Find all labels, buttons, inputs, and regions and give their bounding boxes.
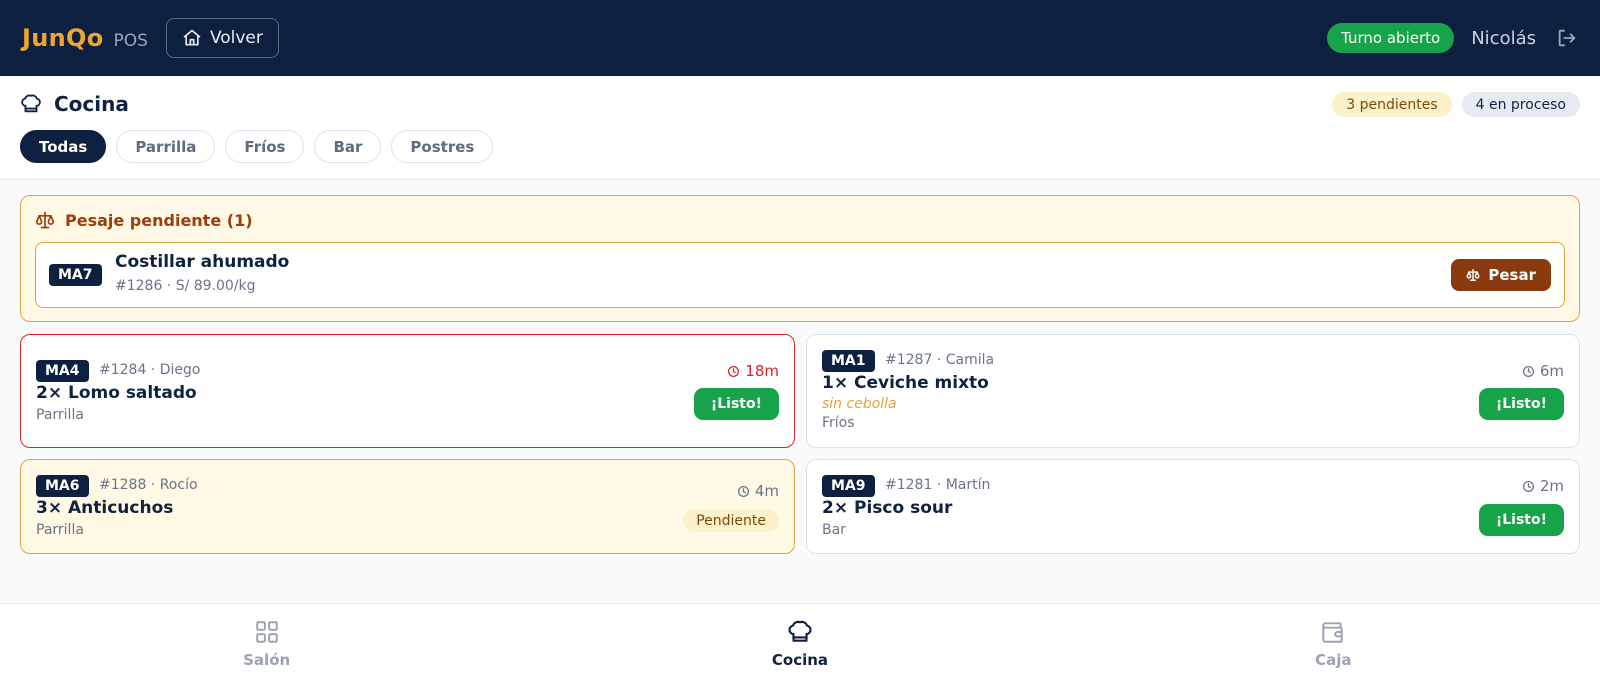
dish-name: 1× Ceviche mixto [822, 373, 989, 393]
user-name: Nicolás [1471, 27, 1536, 49]
back-button[interactable]: Volver [165, 18, 279, 58]
elapsed-time-text: 2m [1539, 477, 1564, 495]
shift-status-badge: Turno abierto [1327, 23, 1455, 53]
table-tag: MA4 [36, 360, 89, 382]
weigh-button-label: Pesar [1488, 266, 1536, 284]
nav-item-salon[interactable]: Salón [0, 604, 533, 683]
station-label: Parrilla [36, 522, 84, 538]
clock-icon [1522, 365, 1534, 377]
elapsed-time: 4m [737, 482, 779, 500]
chef-hat-icon [788, 620, 812, 642]
pending-count-badge: 3 pendientes [1332, 92, 1452, 117]
order-card: MA4 #1284 · Diego 2× Lomo saltado Parril… [20, 334, 795, 448]
title-row: Cocina [20, 92, 129, 116]
ready-button[interactable]: ¡Listo! [1478, 504, 1564, 536]
elapsed-time: 2m [1522, 477, 1564, 495]
weighing-title: Pesaje pendiente (1) [35, 210, 253, 230]
station-label: Fríos [822, 415, 855, 431]
table-tag: MA9 [822, 475, 875, 497]
order-card: MA9 #1281 · Martín 2× Pisco sour Bar 2m … [806, 459, 1580, 554]
ready-button[interactable]: ¡Listo! [693, 388, 779, 420]
elapsed-time: 6m [1522, 362, 1564, 380]
in-process-count-badge: 4 en proceso [1461, 92, 1580, 117]
order-meta: #1284 · Diego [99, 362, 201, 378]
wallet-icon [1322, 622, 1343, 643]
filter-chip-frios[interactable]: Fríos [225, 130, 305, 163]
station-label: Bar [822, 522, 846, 538]
section-header: Cocina 3 pendientes 4 en proceso Todas P… [0, 76, 1600, 180]
nav-item-cocina[interactable]: Cocina [533, 604, 1066, 683]
weighing-panel: Pesaje pendiente (1) MA7 Costillar ahuma… [20, 195, 1580, 322]
nav-label-caja: Caja [1315, 651, 1352, 669]
clock-icon [728, 365, 740, 377]
weighing-item-name: Costillar ahumado [115, 252, 290, 272]
ready-button[interactable]: ¡Listo! [1478, 388, 1564, 420]
brand-logo: JunQo [22, 24, 104, 52]
chef-hat-icon [21, 94, 41, 113]
brand-sub: POS [113, 30, 148, 51]
weighing-title-text: Pesaje pendiente (1) [65, 210, 253, 230]
order-card: MA6 #1288 · Rocío 3× Anticuchos Parrilla… [20, 459, 795, 554]
elapsed-time-text: 4m [754, 482, 779, 500]
top-bar: JunQo POS Volver Turno abierto Nicolás [0, 0, 1600, 76]
scale-icon [35, 211, 55, 229]
station-filters: Todas Parrilla Fríos Bar Postres [20, 130, 494, 163]
logout-icon[interactable] [1556, 27, 1578, 49]
clock-icon [1522, 480, 1534, 492]
order-note: sin cebolla [822, 396, 897, 412]
order-meta: #1287 · Camila [885, 352, 995, 368]
table-tag: MA1 [822, 350, 875, 372]
nav-item-caja[interactable]: Caja [1067, 604, 1600, 683]
station-label: Parrilla [36, 407, 84, 423]
back-label: Volver [209, 28, 263, 48]
table-tag: MA6 [36, 475, 89, 497]
clock-icon [737, 485, 749, 497]
bottom-nav: Salón Cocina Caja [0, 603, 1600, 683]
order-meta: #1281 · Martín [885, 477, 991, 493]
nav-label-salon: Salón [243, 651, 291, 669]
weigh-button[interactable]: Pesar [1451, 259, 1551, 291]
dish-name: 2× Lomo saltado [36, 383, 197, 403]
grid-icon [255, 621, 278, 643]
topbar-right: Turno abierto Nicolás [1327, 23, 1578, 53]
elapsed-time: 18m [727, 362, 779, 380]
order-card: MA1 #1287 · Camila 1× Ceviche mixto sin … [806, 334, 1580, 448]
table-tag: MA7 [49, 264, 102, 286]
home-icon [183, 29, 201, 46]
scale-icon [1466, 269, 1480, 281]
filter-chip-bar[interactable]: Bar [314, 130, 382, 163]
elapsed-time-text: 6m [1539, 362, 1564, 380]
dish-name: 2× Pisco sour [822, 498, 953, 518]
weighing-item-meta: #1286 · S/ 89.00/kg [115, 278, 256, 294]
page-title: Cocina [54, 92, 129, 116]
weighing-item: MA7 Costillar ahumado #1286 · S/ 89.00/k… [35, 242, 1565, 308]
order-meta: #1288 · Rocío [99, 477, 198, 493]
filter-chip-todas[interactable]: Todas [20, 130, 107, 163]
order-counters: 3 pendientes 4 en proceso [1332, 92, 1580, 117]
elapsed-time-text: 18m [745, 362, 779, 380]
filter-chip-postres[interactable]: Postres [391, 130, 494, 163]
nav-label-cocina: Cocina [771, 651, 829, 669]
pending-status-badge: Pendiente [683, 509, 779, 532]
dish-name: 3× Anticuchos [36, 498, 174, 518]
filter-chip-parrilla[interactable]: Parrilla [116, 130, 216, 163]
